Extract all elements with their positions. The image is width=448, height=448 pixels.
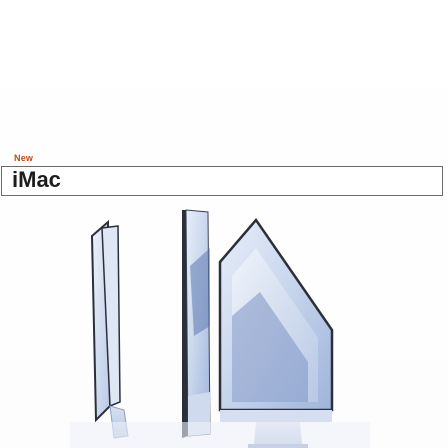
product-card[interactable]: New iMac	[0, 0, 448, 448]
product-title[interactable]: iMac	[12, 168, 61, 192]
title-focus-outline[interactable]	[1, 166, 443, 196]
imac-right	[218, 217, 334, 448]
imac-center	[182, 209, 211, 438]
floor-reflection	[70, 422, 370, 448]
imac-product-image	[70, 209, 370, 448]
new-badge: New	[14, 153, 34, 163]
imac-left-edge	[90, 219, 129, 439]
